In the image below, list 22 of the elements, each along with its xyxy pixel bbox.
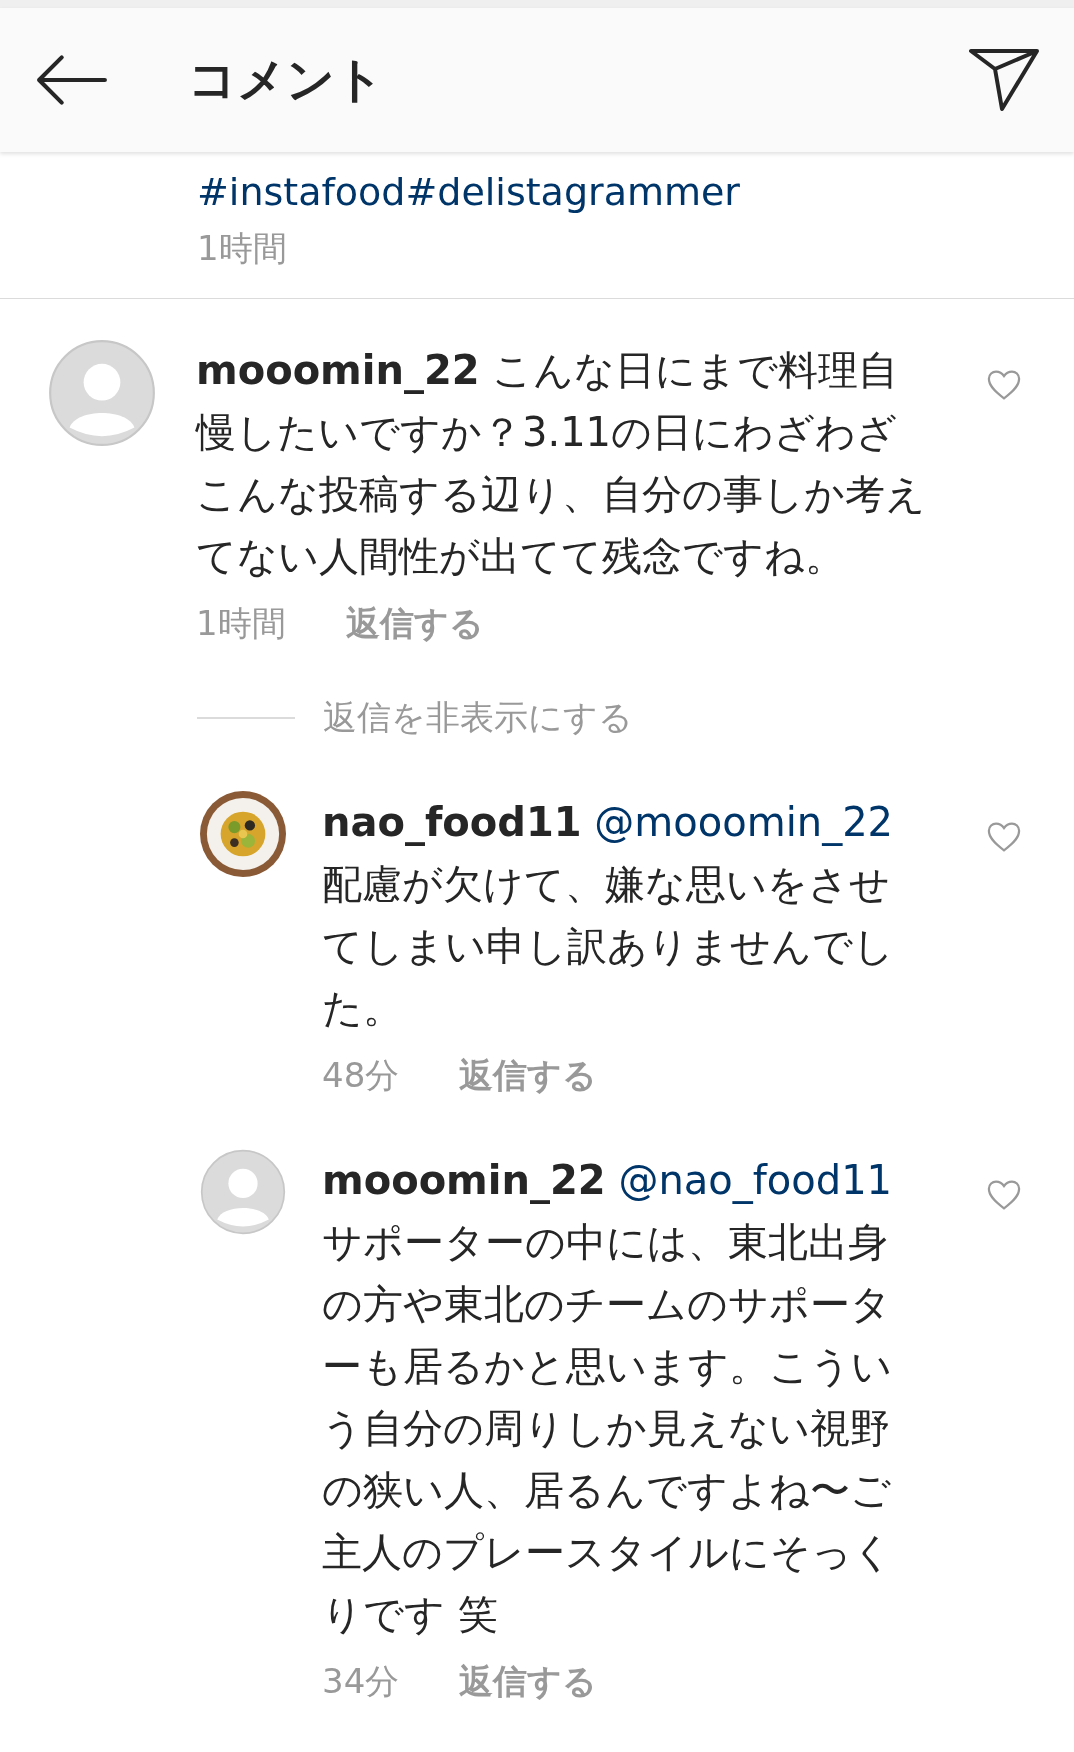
- reply-button[interactable]: 返信する: [459, 1659, 598, 1705]
- timestamp: 34分: [322, 1660, 400, 1703]
- reply-button[interactable]: 返信する: [345, 601, 484, 647]
- timestamp: 48分: [322, 1054, 400, 1097]
- avatar-placeholder-icon[interactable]: [48, 339, 156, 447]
- comment-text: nao_food11 @mooomin_22 配慮が欠けて、嫌な思いをさせてしまい申し訳ありませんでした。: [322, 798, 895, 1033]
- reply-button[interactable]: 返信する: [459, 1053, 598, 1099]
- page-title: コメント: [188, 50, 385, 109]
- heart-icon[interactable]: [986, 821, 1022, 853]
- avatar-placeholder-icon[interactable]: [200, 1149, 286, 1235]
- heart-icon[interactable]: [986, 369, 1022, 401]
- hide-replies-button[interactable]: 返信を非表示にする: [323, 695, 633, 741]
- back-arrow-icon[interactable]: [36, 54, 108, 106]
- paper-plane-icon[interactable]: [968, 48, 1040, 112]
- timestamp: 1時間: [197, 227, 288, 270]
- heart-icon[interactable]: [986, 1179, 1022, 1211]
- mention-link[interactable]: @nao_food11: [618, 1157, 893, 1203]
- mention-link[interactable]: @mooomin_22: [594, 799, 894, 845]
- timestamp: 1時間: [196, 602, 286, 645]
- hashtag-link[interactable]: #instafood#delistagrammer: [197, 170, 1074, 214]
- comment-text: mooomin_22 @nao_food11 サポーターの中には、東北出身の方や東北のチームのサポーターも居るかと思います。こういう自分の周りしか見えない視野の狭い人、居るんですよね〜ご主人のプレースタイルにそっくりです 笑: [322, 1156, 894, 1639]
- comment-text: mooomin_22 こんな日にまで料理自慢したいですか？3.11の日にわざわざこんな投稿する辺り、自分の事しか考えてない人間性が出てて残念ですね。: [196, 346, 926, 581]
